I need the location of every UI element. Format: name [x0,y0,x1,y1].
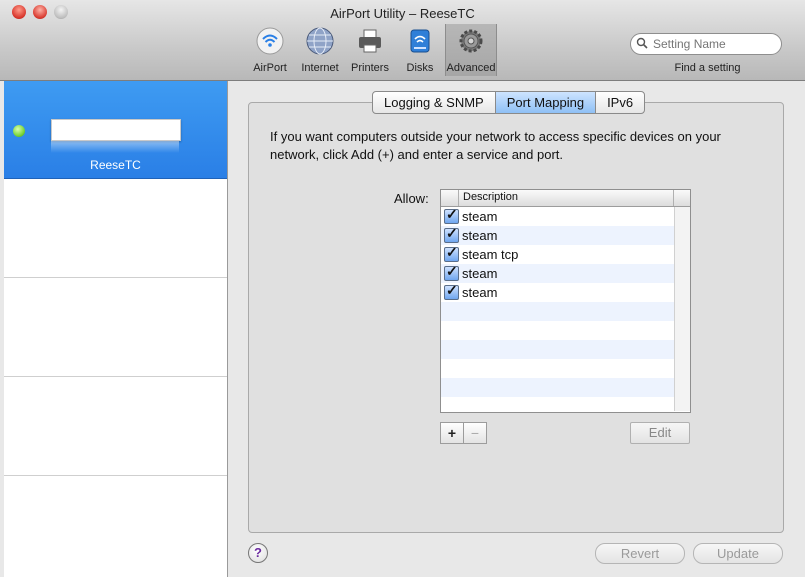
toolbar-disks-button[interactable]: Disks [395,24,445,76]
airport-utility-window: AirPort Utility – ReeseTC AirPort Intern… [0,0,805,577]
remove-mapping-button[interactable]: − [463,422,487,444]
gear-icon [456,26,486,56]
tab-logging-snmp[interactable]: Logging & SNMP [373,92,496,113]
search-field[interactable] [630,33,782,55]
allow-checkbox[interactable] [444,225,459,243]
empty-table-row [441,340,674,359]
table-row[interactable]: steam [441,263,674,283]
sidebar-empty-row [4,179,227,278]
settings-tabs: Logging & SNMP Port Mapping IPv6 [372,91,646,114]
allow-label: Allow: [394,191,429,206]
toolbar-disks-label: Disks [406,62,434,74]
port-mapping-description: If you want computers outside your netwo… [270,129,721,162]
window-title: AirPort Utility – ReeseTC [330,6,475,21]
printer-icon [355,26,385,56]
empty-table-row [441,378,674,397]
allow-checkbox[interactable] [444,282,459,300]
table-row[interactable]: steam [441,225,674,245]
internet-icon [305,26,335,56]
toolbar-internet-button[interactable]: Internet [295,24,345,76]
port-mapping-table: Description steam steam steam tcp steam [440,189,691,413]
column-divider [673,190,674,206]
allow-checkbox[interactable] [444,263,459,281]
mapping-name: steam tcp [462,247,519,262]
base-station-icon [51,119,181,141]
search-caption: Find a setting [674,62,741,74]
toolbar-internet-label: Internet [301,62,339,74]
edit-mapping-button[interactable]: Edit [630,422,690,444]
disk-icon [405,26,435,56]
table-row[interactable]: steam tcp [441,244,674,264]
toolbar: AirPort Internet Printers Disks Advanced [245,24,497,76]
airport-icon [255,26,285,56]
table-scrollbar[interactable] [674,207,690,411]
empty-table-row [441,359,674,378]
status-indicator [13,125,25,137]
base-station-reflection [51,141,179,153]
device-sidebar: ReeseTC [4,81,228,577]
description-column-header[interactable]: Description [463,191,518,203]
table-row[interactable]: steam [441,206,674,226]
table-row[interactable]: steam [441,282,674,302]
table-header: Description [441,190,690,207]
sidebar-device-reesetc[interactable]: ReeseTC [4,81,227,179]
help-button[interactable]: ? [248,543,268,563]
tab-ipv6[interactable]: IPv6 [596,92,644,113]
toolbar-advanced-label: Advanced [446,62,496,74]
search-icon [636,37,648,52]
sidebar-empty-row [4,278,227,377]
mapping-name: steam [462,209,498,224]
toolbar-printers-button[interactable]: Printers [345,24,395,76]
empty-table-row [441,302,674,321]
mapping-name: steam [462,266,498,281]
revert-button[interactable]: Revert [595,543,685,564]
titlebar: AirPort Utility – ReeseTC AirPort Intern… [0,0,805,81]
add-mapping-button[interactable]: + [440,422,464,444]
device-name: ReeseTC [90,158,141,172]
toolbar-printers-label: Printers [351,62,389,74]
sidebar-empty-row [4,377,227,476]
checkbox-column-header[interactable] [441,190,459,206]
allow-checkbox[interactable] [444,244,459,262]
toolbar-airport-label: AirPort [253,62,287,74]
table-rows: steam steam steam tcp steam steam [441,206,674,397]
search-input[interactable] [651,36,780,52]
mapping-name: steam [462,285,498,300]
allow-checkbox[interactable] [444,206,459,224]
tab-port-mapping[interactable]: Port Mapping [495,92,597,113]
update-button[interactable]: Update [693,543,783,564]
empty-table-row [441,321,674,340]
mapping-name: steam [462,228,498,243]
toolbar-advanced-button[interactable]: Advanced [445,24,497,76]
toolbar-airport-button[interactable]: AirPort [245,24,295,76]
